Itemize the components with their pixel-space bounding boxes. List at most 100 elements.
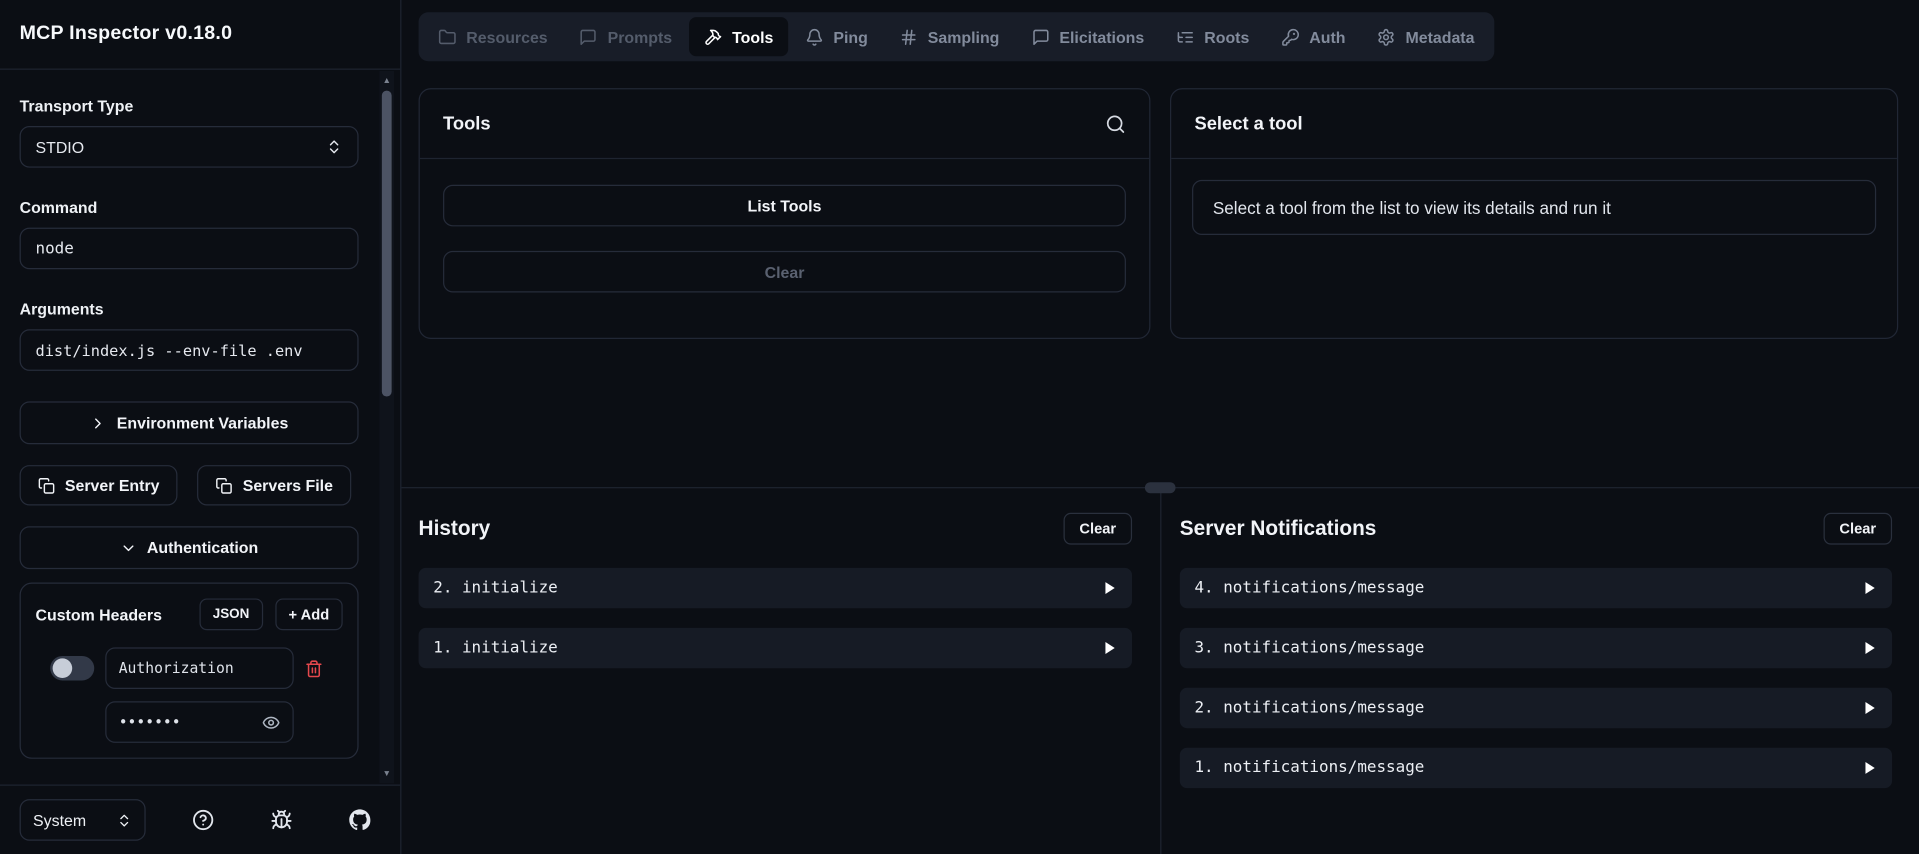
notification-item-label: 3. notifications/message xyxy=(1194,638,1425,658)
tab-resources[interactable]: Resources xyxy=(423,17,562,56)
header-name-input[interactable]: Authorization xyxy=(105,647,294,690)
tab-label: Auth xyxy=(1309,27,1346,46)
expand-button[interactable] xyxy=(1861,700,1877,716)
tools-panel: Tools List Tools Clear xyxy=(418,88,1151,340)
custom-headers-card: Custom Headers JSON + Add Authorization … xyxy=(19,582,359,759)
github-icon xyxy=(349,809,371,831)
bug-report-button[interactable] xyxy=(261,799,303,841)
scrollbar-down-arrow[interactable]: ▼ xyxy=(379,766,394,781)
tab-label: Tools xyxy=(732,27,774,46)
json-toggle-button[interactable]: JSON xyxy=(199,598,263,631)
clear-tools-button[interactable]: Clear xyxy=(443,250,1126,293)
list-tools-button[interactable]: List Tools xyxy=(443,184,1126,227)
theme-select[interactable]: System xyxy=(19,799,146,841)
header-name-value: Authorization xyxy=(118,659,234,677)
transport-type-group: Transport Type STDIO xyxy=(19,97,359,168)
history-panel: History Clear 2. initialize 1. initializ… xyxy=(401,488,1160,854)
tab-label: Elicitations xyxy=(1059,27,1145,46)
expand-button[interactable] xyxy=(1861,760,1877,776)
list-tree-icon xyxy=(1177,31,1193,43)
authentication-button[interactable]: Authentication xyxy=(19,526,359,570)
tab-elicitations[interactable]: Elicitations xyxy=(1017,17,1159,56)
scrollbar-thumb[interactable] xyxy=(381,90,392,397)
notification-item-label: 4. notifications/message xyxy=(1194,578,1425,598)
tab-roots[interactable]: Roots xyxy=(1161,17,1264,56)
tools-search-button[interactable] xyxy=(1105,113,1126,134)
bell-icon xyxy=(806,28,823,46)
add-header-button[interactable]: + Add xyxy=(275,598,343,631)
servers-file-button[interactable]: Servers File xyxy=(197,465,352,506)
tab-label: Roots xyxy=(1204,27,1250,46)
tools-panel-title: Tools xyxy=(443,113,491,135)
tabbar: Resources Prompts Tools Ping Sampling El… xyxy=(418,12,1495,62)
command-group: Command node xyxy=(19,198,359,270)
hash-icon xyxy=(901,29,916,45)
arguments-input[interactable]: dist/index.js --env-file .env xyxy=(19,329,359,371)
custom-header-value-row: ••••••• xyxy=(105,701,342,743)
chevron-right-icon xyxy=(95,417,102,428)
tab-label: Prompts xyxy=(607,27,673,46)
split-handle[interactable] xyxy=(1144,482,1176,494)
theme-value: System xyxy=(33,810,87,830)
sidebar: MCP Inspector v0.18.0 Transport Type STD… xyxy=(0,0,402,854)
expand-button[interactable] xyxy=(1101,640,1117,656)
tab-prompts[interactable]: Prompts xyxy=(565,17,687,56)
message-square-icon xyxy=(1032,29,1049,45)
history-title: History xyxy=(418,516,491,540)
expand-button[interactable] xyxy=(1101,580,1117,596)
notifications-clear-button[interactable]: Clear xyxy=(1823,512,1893,545)
tab-auth[interactable]: Auth xyxy=(1266,17,1360,56)
servers-file-label: Servers File xyxy=(242,476,333,495)
toggle-knob xyxy=(52,658,73,679)
chevrons-up-down-icon xyxy=(120,814,129,826)
header-enabled-toggle[interactable] xyxy=(50,655,95,681)
tab-ping[interactable]: Ping xyxy=(791,17,883,56)
history-clear-button[interactable]: Clear xyxy=(1063,512,1133,545)
hammer-icon xyxy=(705,29,722,45)
expand-button[interactable] xyxy=(1861,580,1877,596)
sidebar-footer: System xyxy=(0,784,401,854)
toggle-visibility-button[interactable] xyxy=(262,713,280,731)
notification-item[interactable]: 4. notifications/message xyxy=(1179,567,1893,609)
github-button[interactable] xyxy=(339,799,381,841)
server-entry-button[interactable]: Server Entry xyxy=(19,465,178,506)
help-button[interactable] xyxy=(182,799,224,841)
tab-sampling[interactable]: Sampling xyxy=(885,17,1014,56)
tool-details-empty-message: Select a tool from the list to view its … xyxy=(1192,179,1877,235)
eye-icon xyxy=(262,716,280,729)
header-value-input[interactable]: ••••••• xyxy=(105,701,294,743)
expand-button[interactable] xyxy=(1861,640,1877,656)
tool-details-header: Select a tool xyxy=(1171,89,1897,160)
tools-panel-header: Tools xyxy=(419,89,1150,160)
history-item[interactable]: 1. initialize xyxy=(418,627,1133,669)
folder-icon xyxy=(438,29,456,44)
help-circle-icon xyxy=(193,809,214,831)
transport-type-select[interactable]: STDIO xyxy=(19,126,359,168)
notification-item[interactable]: 2. notifications/message xyxy=(1179,687,1893,729)
sidebar-scrollbar[interactable]: ▲ ▼ xyxy=(379,70,395,784)
notification-item-label: 1. notifications/message xyxy=(1194,758,1425,778)
search-icon xyxy=(1106,114,1125,133)
top-panels: Tools List Tools Clear Select a tool Sel… xyxy=(401,88,1919,340)
settings-icon xyxy=(1378,28,1395,46)
notification-item[interactable]: 3. notifications/message xyxy=(1179,627,1893,669)
tab-tools[interactable]: Tools xyxy=(689,17,789,57)
play-icon xyxy=(1105,582,1115,595)
tool-details-panel: Select a tool Select a tool from the lis… xyxy=(1170,88,1899,340)
bug-icon xyxy=(271,809,292,830)
notification-item[interactable]: 1. notifications/message xyxy=(1179,747,1893,789)
delete-header-button[interactable] xyxy=(305,659,323,677)
environment-variables-button[interactable]: Environment Variables xyxy=(19,401,359,445)
tool-details-body: Select a tool from the list to view its … xyxy=(1171,159,1897,256)
tab-metadata[interactable]: Metadata xyxy=(1363,17,1489,56)
scrollbar-up-arrow[interactable]: ▲ xyxy=(379,73,394,88)
command-input[interactable]: node xyxy=(19,227,359,270)
transport-type-value: STDIO xyxy=(35,137,85,157)
server-buttons-row: Server Entry Servers File xyxy=(19,465,359,506)
history-item[interactable]: 2. initialize xyxy=(418,567,1133,609)
arguments-group: Arguments dist/index.js --env-file .env xyxy=(19,300,359,371)
arguments-value: dist/index.js --env-file .env xyxy=(35,340,303,360)
tools-panel-body: List Tools Clear xyxy=(420,159,1149,318)
key-icon xyxy=(1281,28,1299,46)
history-header: History Clear xyxy=(418,512,1133,545)
